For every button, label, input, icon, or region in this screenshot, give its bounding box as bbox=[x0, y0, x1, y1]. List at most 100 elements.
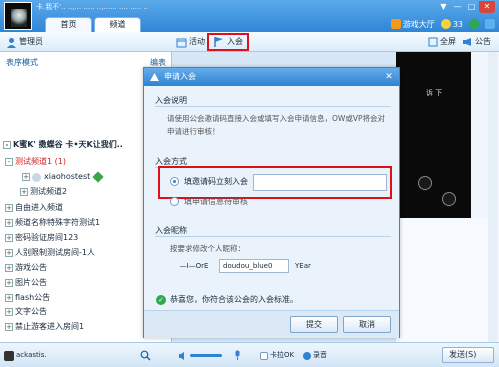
check-icon: ✓ bbox=[156, 294, 166, 305]
dialog-title-bar: 申请入会 ✕ bbox=[144, 68, 399, 86]
nickname-prompt: 按要求修改个人昵称： bbox=[170, 244, 245, 253]
expand-icon[interactable]: + bbox=[5, 294, 13, 302]
activity-icon bbox=[176, 38, 187, 47]
expand-icon[interactable]: + bbox=[22, 173, 30, 181]
expand-icon[interactable]: + bbox=[5, 249, 13, 257]
maximize-button[interactable]: □ bbox=[465, 1, 478, 13]
search-icon bbox=[140, 350, 151, 361]
karaoke-label: 卡拉OK bbox=[270, 351, 295, 359]
expand-icon[interactable]: + bbox=[5, 219, 13, 227]
room-label: 禁止游客进入房间1 bbox=[15, 322, 85, 331]
join-application-dialog: 申请入会 ✕ 入会说明 请使用公会邀请码直接入会或填写入会申请信息，OW或VP将… bbox=[143, 67, 400, 338]
room-label: 密码验证房间123 bbox=[15, 233, 79, 242]
collapse-icon[interactable]: - bbox=[3, 141, 11, 149]
mode-label[interactable]: 表序模式 bbox=[6, 57, 38, 68]
room-label: 自由进入频道 bbox=[15, 203, 63, 212]
tree-root-label: K蜜K' 擞蝶谷 卡•天K让我们.. bbox=[13, 140, 123, 149]
room-item[interactable]: + 频道名称特殊字符测试1 bbox=[5, 216, 100, 230]
volume-slider[interactable] bbox=[190, 354, 222, 357]
tree-root[interactable]: - K蜜K' 擞蝶谷 卡•天K让我们.. bbox=[3, 138, 123, 152]
section-description-title: 入会说明 bbox=[155, 96, 187, 105]
status-text: 恭喜您，你符合该公会的入会标准。 bbox=[170, 295, 298, 304]
play-control-icon[interactable] bbox=[418, 176, 432, 190]
user-label: xiaohostest bbox=[44, 172, 91, 181]
user-item[interactable]: + xiaohostest bbox=[22, 170, 104, 184]
channel-item-test1[interactable]: - 测试频道1 (1) bbox=[5, 155, 66, 169]
dialog-close-button[interactable]: ✕ bbox=[383, 71, 395, 83]
expand-icon[interactable]: + bbox=[5, 204, 13, 212]
dialog-title: 申请入会 bbox=[164, 72, 196, 81]
invite-code-radio[interactable] bbox=[170, 177, 179, 186]
coins-count: 33 bbox=[452, 19, 463, 29]
game-hall-button[interactable]: 游戏大厅 bbox=[390, 19, 435, 30]
minimize-button[interactable]: — bbox=[451, 1, 464, 13]
room-label: flash公告 bbox=[15, 293, 51, 302]
room-label: 文字公告 bbox=[15, 307, 47, 316]
expand-icon[interactable]: + bbox=[20, 188, 28, 196]
bottom-toolbar: ackastis. 卡拉OK 录音 发送(S) bbox=[0, 342, 499, 367]
expand-icon[interactable]: + bbox=[5, 264, 13, 272]
room-label: 人别限制测试房间-1人 bbox=[15, 248, 95, 257]
admin-label: 管理员 bbox=[19, 37, 43, 46]
room-item[interactable]: + flash公告 bbox=[5, 291, 50, 305]
collapse-icon[interactable]: - bbox=[5, 158, 13, 166]
search-button[interactable] bbox=[140, 349, 151, 362]
room-item[interactable]: + 人别限制测试房间-1人 bbox=[5, 246, 95, 260]
karaoke-toggle[interactable]: 卡拉OK bbox=[260, 349, 294, 362]
room-item[interactable]: + 密码验证房间123 bbox=[5, 231, 78, 245]
application-radio[interactable] bbox=[170, 197, 179, 206]
menu-button[interactable]: ▼ bbox=[437, 1, 450, 13]
room-item[interactable]: + 自由进入频道 bbox=[5, 201, 63, 215]
fullscreen-button[interactable]: 全屏 bbox=[428, 35, 456, 49]
room-item[interactable]: + 游戏公告 bbox=[5, 261, 47, 275]
section-nickname-title: 入会昵称 bbox=[155, 226, 187, 235]
user-name-label: ackastis. bbox=[16, 351, 47, 359]
record-label: 录音 bbox=[313, 351, 327, 359]
record-icon bbox=[303, 351, 311, 360]
volume-control[interactable] bbox=[178, 349, 222, 362]
chat-area[interactable] bbox=[396, 218, 488, 342]
user-avatar-icon bbox=[32, 172, 41, 182]
mic-button[interactable] bbox=[233, 349, 242, 362]
scrollbar[interactable] bbox=[488, 52, 497, 342]
application-option-label[interactable]: 填申请信息待审核 bbox=[184, 196, 248, 207]
activity-label: 活动 bbox=[189, 37, 205, 46]
fullscreen-label: 全屏 bbox=[440, 37, 456, 46]
room-label: 频道名称特殊字符测试1 bbox=[15, 218, 101, 227]
speaker-icon bbox=[179, 351, 184, 360]
flag-icon bbox=[214, 37, 223, 47]
close-button[interactable]: ✕ bbox=[479, 1, 495, 13]
cancel-button[interactable]: 取消 bbox=[343, 316, 391, 333]
send-button[interactable]: 发送(S) bbox=[442, 347, 494, 363]
expand-icon[interactable]: + bbox=[5, 279, 13, 287]
channel-item-test2[interactable]: + 测试频道2 bbox=[20, 185, 67, 199]
top-right-area: 游戏大厅 33 bbox=[390, 17, 495, 31]
room-item[interactable]: + 图片公告 bbox=[5, 276, 47, 290]
coin-icon bbox=[440, 19, 451, 29]
submit-button[interactable]: 提交 bbox=[290, 316, 338, 333]
announcement-button[interactable]: 公告 bbox=[462, 35, 491, 49]
karaoke-checkbox[interactable] bbox=[260, 351, 268, 360]
user-name-area[interactable]: ackastis. bbox=[4, 349, 47, 362]
avatar[interactable] bbox=[4, 2, 32, 30]
activity-button[interactable]: 活动 bbox=[176, 35, 205, 49]
nickname-prefix: —I—OrE bbox=[179, 262, 209, 270]
expand-icon[interactable]: + bbox=[5, 308, 13, 316]
video-panel[interactable]: 诉 下 bbox=[396, 52, 471, 218]
screen-control-icon[interactable] bbox=[442, 192, 456, 206]
tab-channel[interactable]: 频道 bbox=[94, 17, 141, 32]
game-icon bbox=[390, 19, 401, 29]
expand-icon[interactable]: + bbox=[5, 323, 13, 331]
invite-code-input[interactable] bbox=[253, 174, 387, 191]
join-button[interactable]: 入会 bbox=[207, 33, 249, 51]
admin-button[interactable]: 管理员 bbox=[6, 35, 43, 49]
nickname-input[interactable]: doudou_blue0 bbox=[219, 259, 289, 273]
settings-icon[interactable] bbox=[485, 19, 495, 29]
room-item[interactable]: + 禁止游客进入房间1 bbox=[5, 320, 84, 334]
tab-home[interactable]: 首页 bbox=[45, 17, 92, 32]
record-toggle[interactable]: 录音 bbox=[303, 349, 327, 362]
online-status-icon[interactable] bbox=[469, 19, 479, 29]
expand-icon[interactable]: + bbox=[5, 234, 13, 242]
invite-code-option-label[interactable]: 填邀请码立刻入会 bbox=[184, 176, 248, 187]
room-item[interactable]: + 文字公告 bbox=[5, 305, 47, 319]
